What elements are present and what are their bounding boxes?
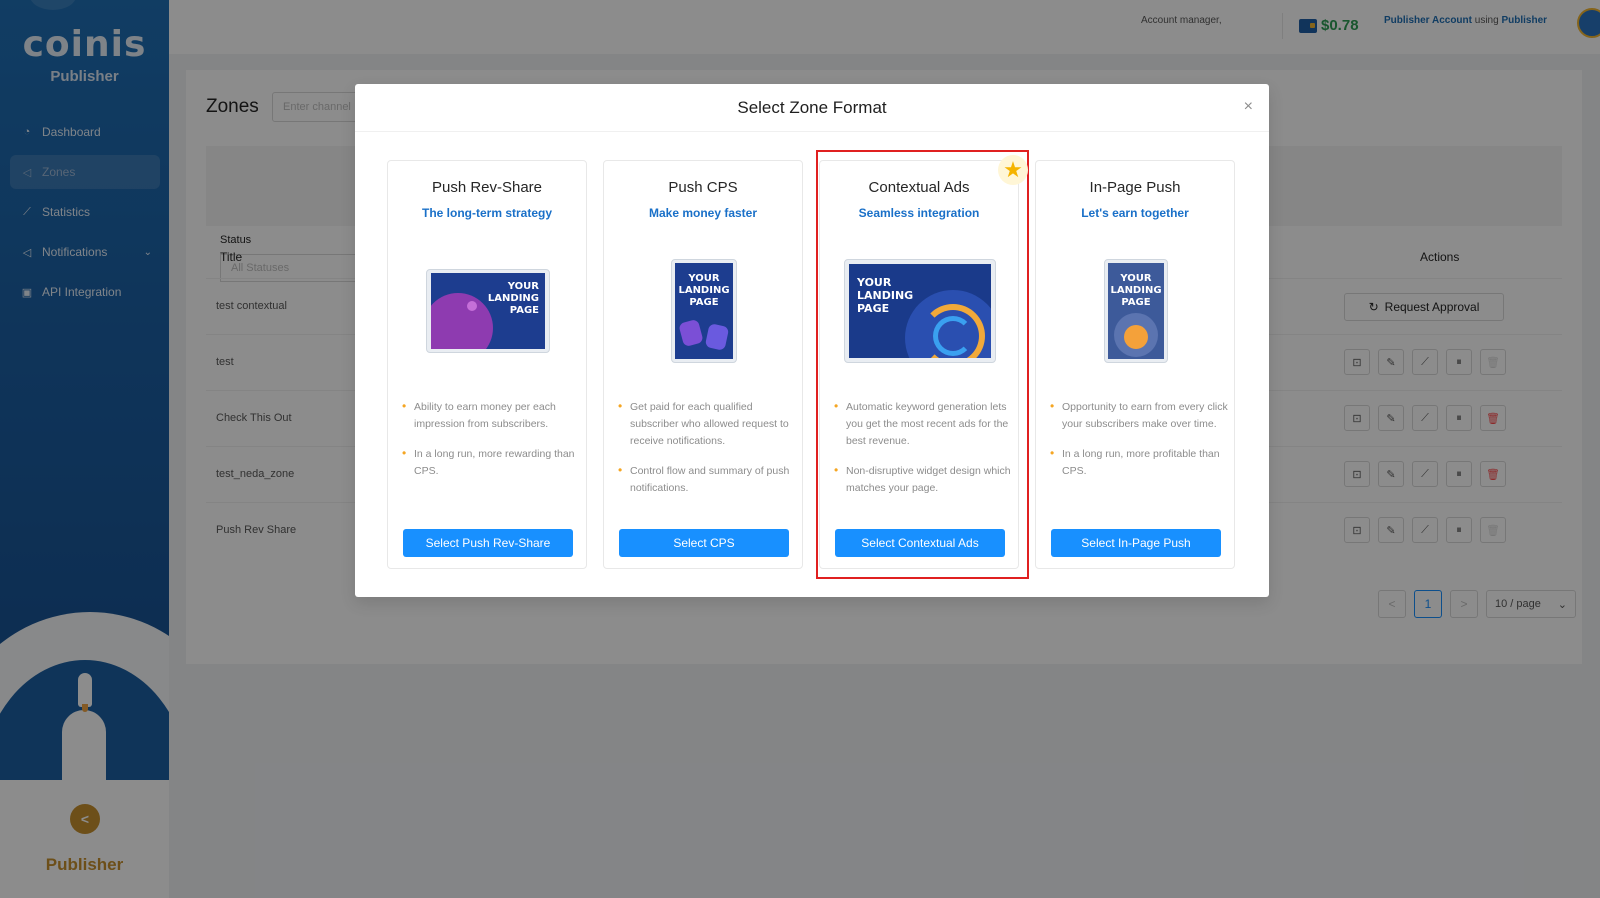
card-title: Push CPS xyxy=(668,179,738,196)
card-title: In-Page Push xyxy=(1089,179,1181,196)
bullet-item: In a long run, more profitable than CPS. xyxy=(1050,445,1230,480)
landing-page-text: YOUR LANDING PAGE xyxy=(1110,273,1162,308)
landing-page-text: YOUR LANDING PAGE xyxy=(487,281,539,316)
landing-page-illustration: YOUR LANDING PAGE xyxy=(1104,259,1168,363)
card-bullets: Opportunity to earn from every click you… xyxy=(1050,398,1230,493)
zone-card-push-cps: Push CPS Make money faster YOUR LANDING … xyxy=(603,160,803,569)
landing-page-text: YOUR LANDING PAGE xyxy=(678,273,730,308)
star-icon: ★ xyxy=(998,155,1028,185)
highlight-box xyxy=(816,150,1029,579)
bullet-item: Opportunity to earn from every click you… xyxy=(1050,398,1230,433)
zone-card-push-rev-share: Push Rev-Share The long-term strategy YO… xyxy=(387,160,587,569)
close-icon[interactable]: × xyxy=(1244,98,1253,116)
zone-card-in-page-push: In-Page Push Let's earn together YOUR LA… xyxy=(1035,160,1235,569)
bullet-item: Ability to earn money per each impressio… xyxy=(402,398,582,433)
select-push-rev-share-button[interactable]: Select Push Rev-Share xyxy=(403,529,573,557)
card-title: Push Rev-Share xyxy=(431,179,543,196)
card-bullets: Ability to earn money per each impressio… xyxy=(402,398,582,493)
landing-page-illustration: YOUR LANDING PAGE xyxy=(671,259,737,363)
select-cps-button[interactable]: Select CPS xyxy=(619,529,789,557)
bullet-item: In a long run, more rewarding than CPS. xyxy=(402,445,582,480)
zone-format-cards: Push Rev-Share The long-term strategy YO… xyxy=(387,160,1235,569)
card-subtitle: The long-term strategy xyxy=(421,206,553,220)
select-in-page-push-button[interactable]: Select In-Page Push xyxy=(1051,529,1221,557)
select-zone-format-modal: Select Zone Format × Push Rev-Share The … xyxy=(355,84,1269,597)
card-subtitle: Let's earn together xyxy=(1081,206,1189,220)
card-subtitle: Make money faster xyxy=(648,206,758,220)
bullet-item: Get paid for each qualified subscriber w… xyxy=(618,398,798,450)
landing-page-illustration: YOUR LANDING PAGE xyxy=(426,269,550,353)
bullet-item: Control flow and summary of push notific… xyxy=(618,462,798,497)
card-bullets: Get paid for each qualified subscriber w… xyxy=(618,398,798,510)
modal-title: Select Zone Format xyxy=(355,84,1269,132)
